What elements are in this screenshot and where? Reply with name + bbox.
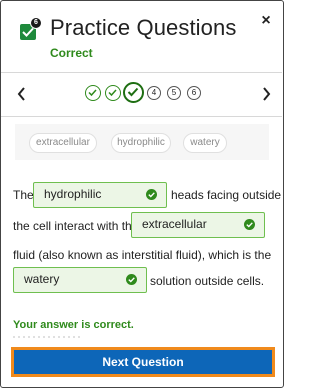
question-text-part4: fluid (also known as interstitial fluid)… <box>13 248 272 262</box>
question-count-badge: 6 <box>30 17 42 29</box>
next-question-button[interactable]: Next Question <box>11 347 275 377</box>
answer-blank-1[interactable]: hydrophilic <box>33 182 167 208</box>
word-chip-extracellular[interactable]: extracellular <box>29 133 97 153</box>
chevron-right-icon <box>263 87 271 101</box>
step-3-current[interactable] <box>123 82 144 103</box>
page-title: Practice Questions <box>50 15 237 40</box>
question-stepper: 4 5 6 <box>1 73 282 117</box>
word-bank: extracellular hydrophilic watery <box>15 124 269 160</box>
answer-blank-3-value: watery <box>24 272 60 286</box>
answer-blank-2[interactable]: extracellular <box>131 212 265 238</box>
answer-blank-2-value: extracellular <box>142 217 207 231</box>
correct-check-icon <box>146 189 157 200</box>
feedback-message: Your answer is correct. <box>13 319 134 331</box>
chevron-left-icon <box>17 87 25 101</box>
check-icon <box>127 87 139 97</box>
answer-blank-1-value: hydrophilic <box>44 187 102 201</box>
previous-question-button[interactable] <box>13 83 31 105</box>
correct-check-icon <box>244 219 255 230</box>
next-question-arrow-button[interactable] <box>257 83 275 105</box>
practice-panel: 6 Practice Questions Correct × 4 5 6 ext… <box>0 0 284 388</box>
step-5[interactable]: 5 <box>167 86 181 100</box>
check-icon <box>108 89 117 97</box>
step-2-done[interactable] <box>105 85 121 101</box>
question-text-part5: solution outside cells. <box>150 274 265 288</box>
close-button[interactable]: × <box>256 11 276 31</box>
check-icon <box>88 89 97 97</box>
answer-blank-3[interactable]: watery <box>13 267 147 293</box>
status-label: Correct <box>50 46 93 60</box>
panel-header: 6 Practice Questions Correct × <box>1 1 282 73</box>
word-chip-hydrophilic[interactable]: hydrophilic <box>111 133 171 153</box>
question-text-part2: heads facing outside <box>171 188 282 202</box>
question-text-part1: The <box>13 188 34 202</box>
question-text-part3: the cell interact with the <box>13 219 139 233</box>
step-1-done[interactable] <box>85 85 101 101</box>
step-6[interactable]: 6 <box>187 86 201 100</box>
faded-text-line <box>13 336 83 338</box>
step-4[interactable]: 4 <box>147 86 161 100</box>
word-chip-watery[interactable]: watery <box>183 133 227 153</box>
correct-check-icon <box>126 274 137 285</box>
